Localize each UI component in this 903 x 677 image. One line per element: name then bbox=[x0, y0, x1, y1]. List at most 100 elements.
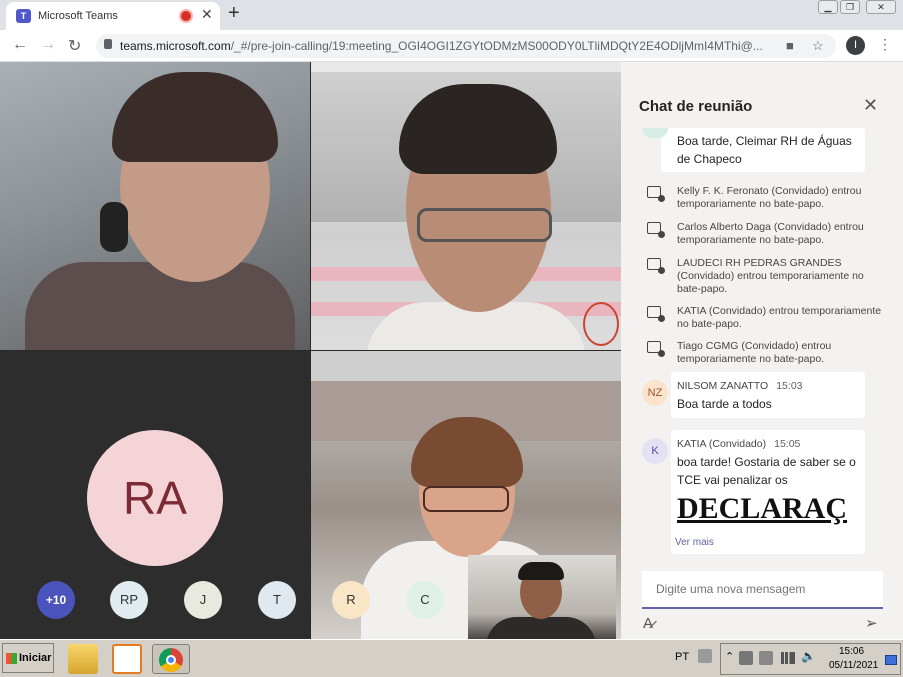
volume-icon[interactable]: 🔈 bbox=[801, 649, 816, 663]
lock-icon bbox=[104, 39, 112, 49]
video-tile-avatars: RA +10 RP J T bbox=[0, 351, 310, 639]
address-bar[interactable]: teams.microsoft.com/_#/pre-join-calling/… bbox=[96, 34, 836, 58]
sender-avatar[interactable]: K bbox=[642, 438, 668, 464]
participant-hair bbox=[112, 72, 278, 162]
system-message-text: Kelly F. K. Feronato (Convidado) entrou … bbox=[677, 185, 862, 210]
chat-message: KATIA (Convidado) 15:05 boa tarde! Gostar… bbox=[671, 430, 865, 554]
self-hair bbox=[518, 562, 564, 580]
tab-close-icon[interactable]: ✕ bbox=[201, 6, 213, 23]
headset-icon bbox=[100, 202, 128, 252]
camera-icon[interactable]: ■ bbox=[786, 38, 794, 53]
video-tile-participant-2[interactable] bbox=[311, 62, 621, 350]
file-explorer-icon[interactable] bbox=[68, 644, 98, 674]
network-signal-icon[interactable] bbox=[781, 652, 795, 664]
system-message-text: KATIA (Convidado) entrou temporariamente… bbox=[677, 305, 882, 330]
system-message: LAUDECI RH PEDRAS GRANDES (Convidado) en… bbox=[647, 257, 887, 297]
recording-indicator-icon bbox=[181, 11, 191, 21]
format-icon[interactable]: A̷ bbox=[643, 615, 653, 632]
send-icon[interactable]: ➢ bbox=[865, 614, 878, 632]
system-message-text: Carlos Alberto Daga (Convidado) entrou t… bbox=[677, 221, 864, 246]
participant-avatar-r[interactable]: R bbox=[332, 581, 370, 619]
system-message-text: LAUDECI RH PEDRAS GRANDES (Convidado) en… bbox=[677, 257, 864, 295]
message-time: 15:05 bbox=[774, 438, 801, 450]
message-text: Boa tarde, Cleimar RH de Águas de Chapec… bbox=[677, 134, 852, 166]
url-path: /_#/pre-join-calling/19:meeting_OGI4OGI1… bbox=[230, 39, 763, 53]
chat-message: NILSOM ZANATTO 15:03 Boa tarde a todos bbox=[671, 372, 865, 418]
teams-favicon-icon: T bbox=[16, 9, 31, 23]
start-label: Iniciar bbox=[19, 652, 52, 664]
message-time: 15:03 bbox=[776, 380, 803, 392]
self-body bbox=[486, 617, 596, 639]
system-message: Carlos Alberto Daga (Convidado) entrou t… bbox=[647, 221, 887, 249]
chat-join-icon bbox=[647, 341, 665, 357]
tab-title: Microsoft Teams bbox=[38, 10, 118, 22]
back-arrow-icon[interactable]: ← bbox=[12, 36, 28, 54]
sender-name: KATIA (Convidado) bbox=[677, 438, 767, 450]
start-button[interactable]: Iniciar bbox=[2, 643, 54, 673]
tray-expand-icon[interactable]: ⌃ bbox=[725, 650, 734, 663]
message-input[interactable] bbox=[656, 582, 871, 596]
system-message: Kelly F. K. Feronato (Convidado) entrou … bbox=[647, 185, 887, 213]
keyboard-icon[interactable] bbox=[698, 649, 712, 663]
bookmark-star-icon[interactable]: ☆ bbox=[812, 38, 824, 54]
windows-logo-icon bbox=[6, 653, 17, 664]
self-video-preview[interactable] bbox=[468, 555, 616, 639]
meeting-chat-panel: Chat de reunião ✕ Boa tarde, Cleimar RH … bbox=[621, 62, 903, 639]
message-header: KATIA (Convidado) 15:05 bbox=[677, 438, 800, 450]
system-tray: ⌃ 🔈 15:06 05/11/2021 bbox=[720, 643, 901, 675]
media-player-icon[interactable] bbox=[112, 644, 142, 674]
video-grid: RA +10 RP J T R C bbox=[0, 62, 621, 639]
glasses-icon bbox=[423, 486, 509, 512]
video-tile-participant-1[interactable] bbox=[0, 62, 310, 350]
clock-date[interactable]: 05/11/2021 bbox=[829, 660, 878, 671]
reload-icon[interactable]: ↻ bbox=[68, 36, 81, 56]
participant-avatar-j[interactable]: J bbox=[184, 581, 222, 619]
participant-avatar-ra[interactable]: RA bbox=[87, 430, 223, 566]
chat-join-icon bbox=[647, 186, 665, 202]
chat-join-icon bbox=[647, 258, 665, 274]
chat-join-icon bbox=[647, 222, 665, 238]
clock-time[interactable]: 15:06 bbox=[839, 646, 864, 657]
participant-body bbox=[25, 262, 295, 350]
system-message: Tiago CGMG (Convidado) entrou temporaria… bbox=[647, 340, 887, 368]
chat-title: Chat de reunião bbox=[639, 98, 753, 115]
sender-avatar[interactable]: NZ bbox=[642, 380, 668, 406]
language-indicator[interactable]: PT bbox=[675, 651, 689, 663]
browser-toolbar: ← → ↻ teams.microsoft.com/_#/pre-join-ca… bbox=[0, 30, 903, 62]
chat-close-icon[interactable]: ✕ bbox=[863, 95, 878, 116]
new-tab-button[interactable]: + bbox=[228, 2, 240, 25]
system-message: KATIA (Convidado) entrou temporariamente… bbox=[647, 305, 887, 333]
restore-window-button[interactable]: ❐ bbox=[840, 0, 860, 14]
more-participants-badge[interactable]: +10 bbox=[37, 581, 75, 619]
browser-tab[interactable]: T Microsoft Teams ✕ bbox=[6, 2, 220, 30]
glasses-icon bbox=[417, 208, 552, 242]
message-attachment-heading: DECLARAÇ bbox=[677, 492, 848, 525]
compose-box[interactable] bbox=[642, 571, 883, 609]
see-more-link[interactable]: Ver mais bbox=[675, 537, 714, 548]
system-message-text: Tiago CGMG (Convidado) entrou temporaria… bbox=[677, 340, 832, 365]
chrome-taskbar-button[interactable] bbox=[152, 644, 190, 674]
url-host: teams.microsoft.com bbox=[120, 39, 231, 53]
browser-menu-icon[interactable]: ⋮ bbox=[878, 36, 892, 53]
message-header: NILSOM ZANATTO 15:03 bbox=[677, 380, 803, 392]
close-window-button[interactable]: ✕ bbox=[866, 0, 896, 14]
tribunal-seal-logo bbox=[583, 302, 619, 346]
chrome-icon-center bbox=[166, 655, 176, 665]
chat-message: Boa tarde, Cleimar RH de Águas de Chapec… bbox=[661, 128, 865, 172]
chat-join-icon bbox=[647, 306, 665, 322]
browser-tab-strip: T Microsoft Teams ✕ + ▁ ❐ ✕ bbox=[0, 0, 903, 30]
show-desktop-icon[interactable] bbox=[885, 655, 897, 665]
message-text: boa tarde! Gostaria de saber se o TCE va… bbox=[677, 455, 856, 487]
participant-avatar-c[interactable]: C bbox=[406, 581, 444, 619]
forward-arrow-icon[interactable]: → bbox=[40, 36, 56, 54]
minimize-window-button[interactable]: ▁ bbox=[818, 0, 838, 14]
participant-avatar-rp[interactable]: RP bbox=[110, 581, 148, 619]
windows-taskbar: Iniciar PT ⌃ 🔈 15:06 05/11/2021 bbox=[0, 639, 903, 677]
message-text: Boa tarde a todos bbox=[677, 397, 772, 411]
participant-avatar-t[interactable]: T bbox=[258, 581, 296, 619]
usb-icon[interactable] bbox=[759, 651, 773, 665]
profile-avatar[interactable]: I bbox=[846, 36, 865, 55]
sender-name: NILSOM ZANATTO bbox=[677, 380, 769, 392]
url-text: teams.microsoft.com/_#/pre-join-calling/… bbox=[120, 39, 763, 53]
security-icon[interactable] bbox=[739, 651, 753, 665]
